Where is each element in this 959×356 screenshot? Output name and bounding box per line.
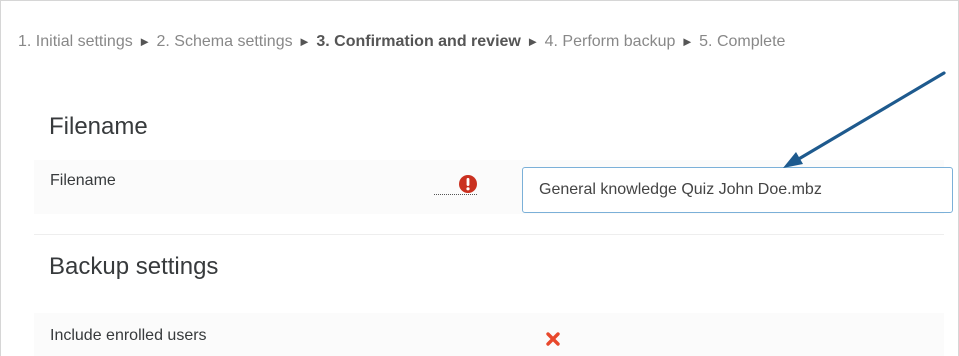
- required-dotted-underline: [434, 194, 477, 195]
- filename-field-label: Filename: [50, 172, 116, 189]
- progress-separator-icon: ►: [138, 34, 152, 49]
- cross-icon: [546, 332, 560, 346]
- filename-input[interactable]: [522, 167, 953, 213]
- filename-section-heading: Filename: [49, 113, 148, 140]
- progress-step-confirmation-review: 3. Confirmation and review: [316, 33, 521, 50]
- filename-form-row: Filename: [34, 160, 953, 214]
- progress-separator-icon: ►: [526, 34, 540, 49]
- progress-step-complete: 5. Complete: [699, 33, 786, 50]
- include-enrolled-users-row: Include enrolled users: [34, 313, 944, 356]
- exclamation-circle-icon: [459, 175, 477, 193]
- progress-step-initial-settings: 1. Initial settings: [18, 33, 133, 50]
- progress-step-schema-settings: 2. Schema settings: [156, 33, 293, 50]
- include-enrolled-users-label: Include enrolled users: [50, 327, 207, 344]
- section-divider: [34, 234, 944, 235]
- backup-progress-bar: 1. Initial settings ► 2. Schema settings…: [18, 27, 938, 56]
- progress-separator-icon: ►: [298, 34, 311, 49]
- progress-separator-icon: ►: [680, 34, 694, 49]
- progress-step-perform-backup: 4. Perform backup: [544, 33, 676, 50]
- backup-settings-heading: Backup settings: [49, 253, 219, 280]
